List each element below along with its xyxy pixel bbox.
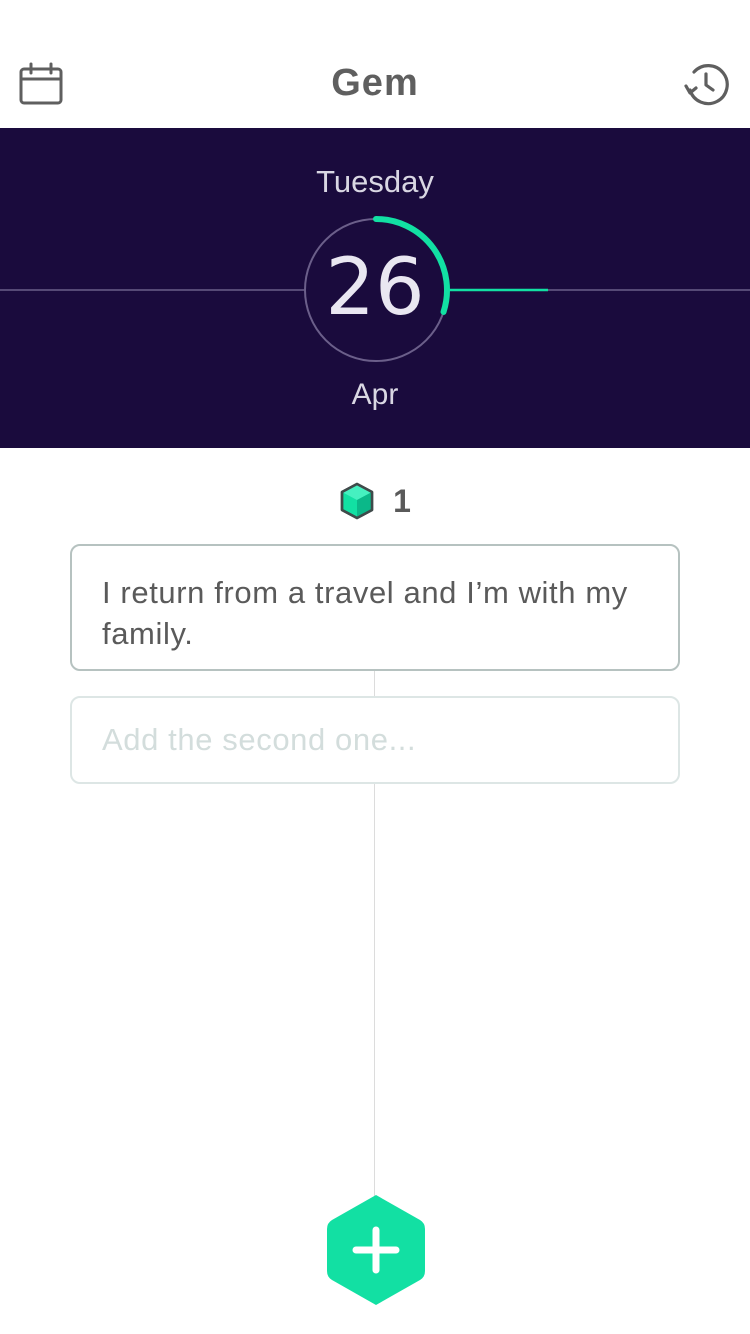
history-icon [684,64,729,106]
gem-icon [340,482,374,520]
weekday-label: Tuesday [316,164,434,199]
gem-count-value: 1 [393,482,411,519]
second-entry-input[interactable] [102,722,648,758]
second-entry-card[interactable] [70,696,680,784]
hexagon-add-icon [327,1195,425,1305]
month-label: Apr [351,378,399,411]
add-button[interactable] [324,1192,428,1308]
first-entry-card[interactable]: I return from a travel and I’m with my f… [70,544,680,671]
date-header: Tuesday 26 Apr [0,128,750,448]
gem-count: 1 [0,478,750,524]
history-button[interactable] [682,60,730,108]
day-number: 26 [325,243,425,333]
top-navigation-bar: Gem [0,0,750,128]
page-title: Gem [331,62,419,104]
first-entry-text: I return from a travel and I’m with my f… [102,575,628,651]
